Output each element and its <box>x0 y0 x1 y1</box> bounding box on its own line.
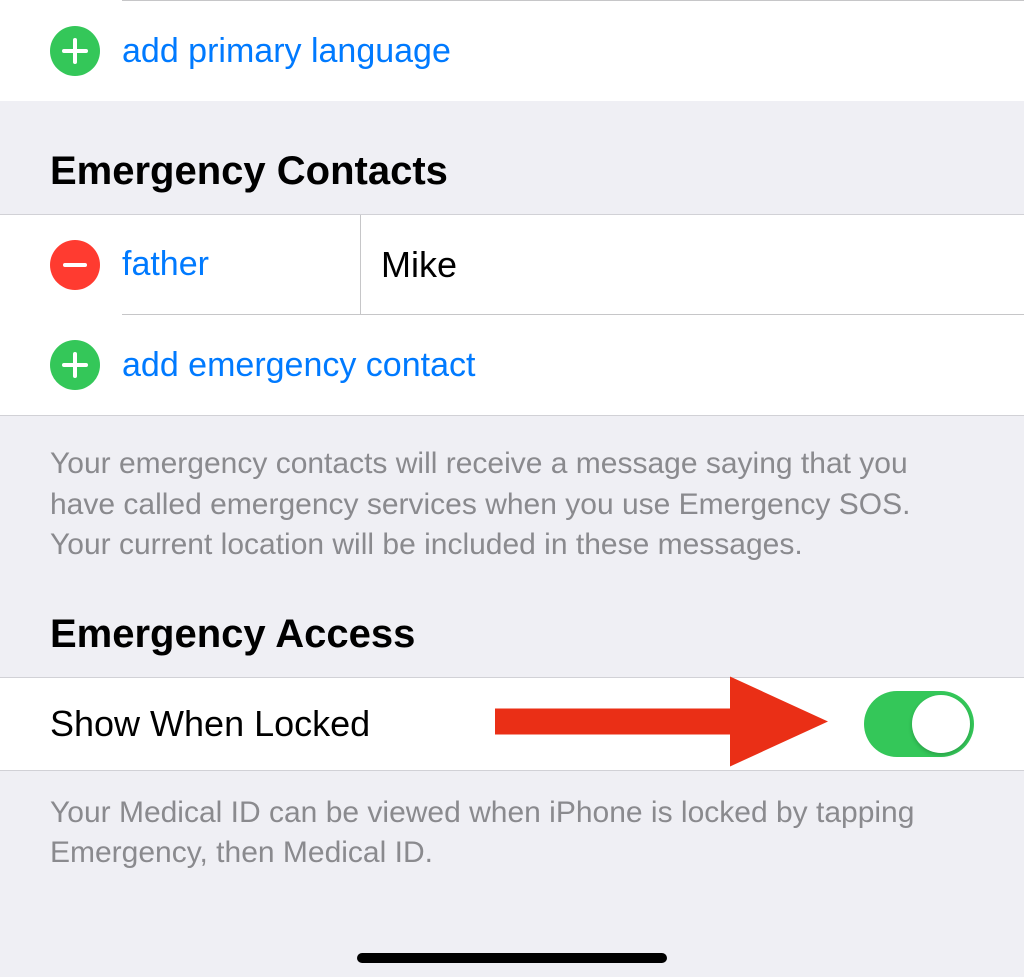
emergency-access-footer: Your Medical ID can be viewed when iPhon… <box>0 771 1024 884</box>
contact-name[interactable]: Mike <box>381 244 457 286</box>
emergency-contacts-header: Emergency Contacts <box>0 101 1024 214</box>
minus-icon[interactable] <box>50 240 100 290</box>
add-primary-language-label: add primary language <box>122 32 451 71</box>
show-when-locked-toggle[interactable] <box>864 691 974 757</box>
emergency-contact-row[interactable]: father Mike <box>0 214 1024 314</box>
add-emergency-contact-row[interactable]: add emergency contact <box>0 315 1024 415</box>
add-primary-language-row[interactable]: add primary language <box>0 1 1024 101</box>
emergency-access-header: Emergency Access <box>0 576 1024 677</box>
plus-icon <box>50 340 100 390</box>
home-indicator <box>357 953 667 963</box>
add-emergency-contact-label: add emergency contact <box>122 346 475 385</box>
contact-relation[interactable]: father <box>122 245 209 284</box>
arrow-annotation <box>490 672 830 775</box>
plus-icon <box>50 26 100 76</box>
emergency-contacts-footer: Your emergency contacts will receive a m… <box>0 416 1024 576</box>
show-when-locked-row: Show When Locked <box>0 677 1024 771</box>
show-when-locked-label: Show When Locked <box>50 703 370 745</box>
language-section: add primary language <box>0 0 1024 101</box>
